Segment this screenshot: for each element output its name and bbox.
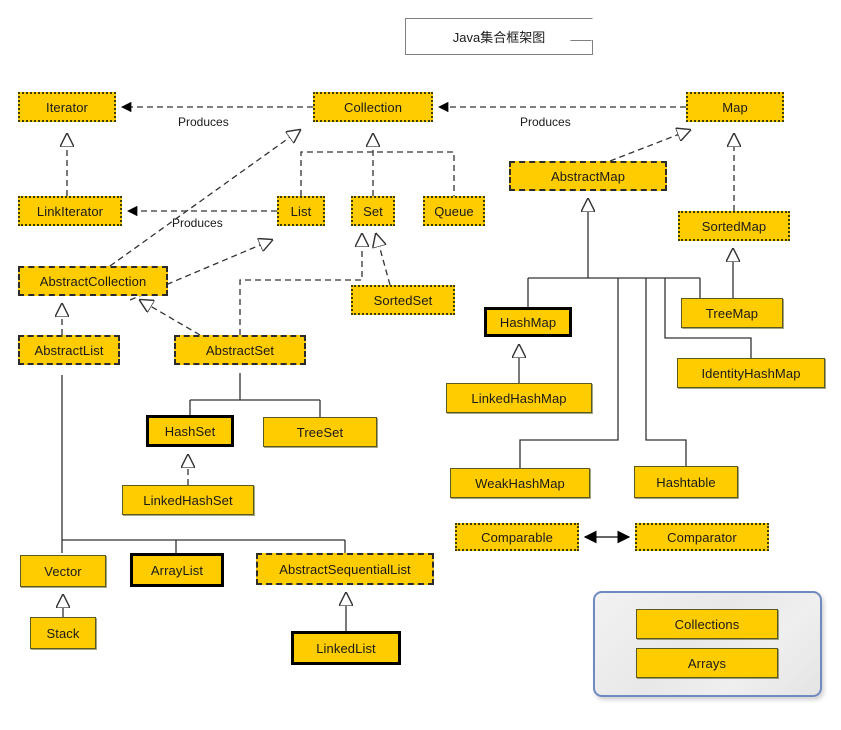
- diagram-title-note: Java集合框架图: [405, 18, 593, 55]
- node-label: Arrays: [687, 655, 727, 671]
- node-label: Set: [363, 203, 383, 219]
- node-abstractmap[interactable]: AbstractMap: [509, 161, 667, 191]
- node-label: AbstractCollection: [39, 273, 147, 289]
- node-abstractlist[interactable]: AbstractList: [18, 335, 120, 365]
- node-label: AbstractMap: [550, 168, 626, 184]
- node-label: WeakHashMap: [475, 475, 565, 491]
- diagram-canvas: Java集合框架图 Iterator Collection Map LinkItera…: [0, 0, 841, 730]
- node-label: IdentityHashMap: [701, 365, 801, 381]
- node-label: LinkedList: [316, 640, 376, 656]
- node-label: Queue: [434, 203, 474, 219]
- node-label: SortedSet: [373, 292, 433, 308]
- node-identityhashmap[interactable]: IdentityHashMap: [677, 358, 825, 388]
- node-arraylist[interactable]: ArrayList: [130, 553, 224, 587]
- node-label: TreeMap: [705, 305, 759, 321]
- node-list[interactable]: List: [277, 196, 325, 226]
- node-label: List: [290, 203, 312, 219]
- node-label: AbstractList: [34, 342, 104, 358]
- node-label: Vector: [44, 563, 82, 579]
- node-stack[interactable]: Stack: [30, 617, 96, 649]
- edge-label-produces: Produces: [178, 115, 229, 129]
- node-label: HashSet: [164, 423, 216, 439]
- node-linkedhashset[interactable]: LinkedHashSet: [122, 485, 254, 515]
- node-label: LinkedHashMap: [471, 390, 567, 406]
- node-label: Hashtable: [656, 474, 716, 490]
- edge-label-produces: Produces: [172, 216, 223, 230]
- node-label: HashMap: [499, 314, 557, 330]
- node-linkedhashmap[interactable]: LinkedHashMap: [446, 383, 592, 413]
- node-label: Iterator: [46, 99, 88, 115]
- node-label: Map: [722, 99, 748, 115]
- edge-label-produces: Produces: [520, 115, 571, 129]
- node-label: LinkIterator: [36, 203, 104, 219]
- node-treeset[interactable]: TreeSet: [263, 417, 377, 447]
- node-label: TreeSet: [296, 424, 344, 440]
- node-map[interactable]: Map: [686, 92, 784, 122]
- node-label: Comparator: [667, 529, 737, 545]
- node-hashset[interactable]: HashSet: [146, 415, 234, 447]
- node-label: AbstractSet: [205, 342, 275, 358]
- node-label: Stack: [46, 625, 80, 641]
- node-label: LinkedHashSet: [143, 492, 233, 508]
- node-collection[interactable]: Collection: [313, 92, 433, 122]
- node-abstractsequentiallist[interactable]: AbstractSequentialList: [256, 553, 434, 585]
- node-label: Comparable: [481, 529, 553, 545]
- node-queue[interactable]: Queue: [423, 196, 485, 226]
- node-vector[interactable]: Vector: [20, 555, 106, 587]
- node-comparator[interactable]: Comparator: [635, 523, 769, 551]
- node-arrays[interactable]: Arrays: [636, 648, 778, 678]
- node-collections[interactable]: Collections: [636, 609, 778, 639]
- node-abstractcollection[interactable]: AbstractCollection: [18, 266, 168, 296]
- node-linkiterator[interactable]: LinkIterator: [18, 196, 122, 226]
- node-label: SortedMap: [701, 218, 767, 234]
- node-iterator[interactable]: Iterator: [18, 92, 116, 122]
- node-label: AbstractSequentialList: [279, 561, 411, 577]
- node-abstractset[interactable]: AbstractSet: [174, 335, 306, 365]
- node-sortedmap[interactable]: SortedMap: [678, 211, 790, 241]
- node-set[interactable]: Set: [351, 196, 395, 226]
- node-hashmap[interactable]: HashMap: [484, 307, 572, 337]
- node-hashtable[interactable]: Hashtable: [634, 466, 738, 498]
- node-linkedlist[interactable]: LinkedList: [291, 631, 401, 665]
- node-treemap[interactable]: TreeMap: [681, 298, 783, 328]
- node-weakhashmap[interactable]: WeakHashMap: [450, 468, 590, 498]
- node-label: Collection: [343, 99, 403, 115]
- node-label: Collections: [674, 616, 740, 632]
- node-sortedset[interactable]: SortedSet: [351, 285, 455, 315]
- node-comparable[interactable]: Comparable: [455, 523, 579, 551]
- note-fold-icon: [570, 19, 592, 41]
- diagram-title-text: Java集合框架图: [452, 30, 546, 45]
- node-label: ArrayList: [150, 562, 204, 578]
- utility-classes-panel: [593, 591, 822, 697]
